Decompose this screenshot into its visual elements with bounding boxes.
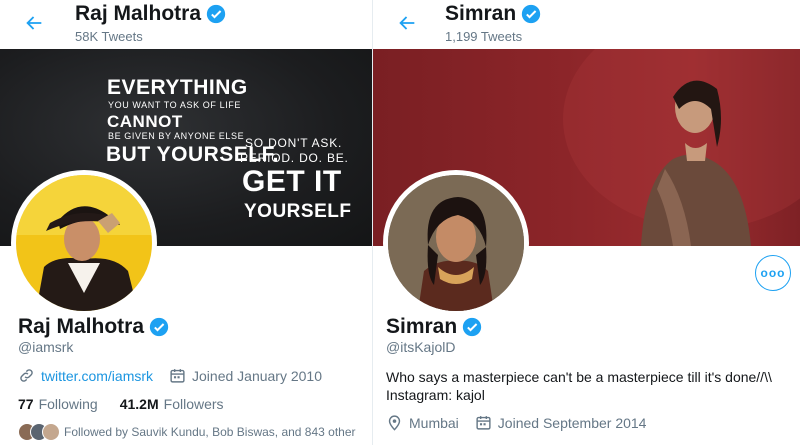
profile-avatar[interactable]: [11, 170, 157, 316]
tweet-count: 1,199 Tweets: [445, 29, 523, 44]
profile-avatar[interactable]: [383, 170, 529, 316]
profile-name: Raj Malhotra: [18, 315, 145, 338]
link-icon: [20, 369, 33, 382]
following-link[interactable]: 77 Following: [18, 396, 98, 412]
header-profile-name: Raj Malhotra: [75, 2, 202, 25]
verified-badge-icon: [206, 4, 226, 24]
website-link[interactable]: twitter.com/iamsrk: [41, 368, 153, 384]
header-title-row: Raj Malhotra: [75, 2, 226, 26]
profile-header-bar: Simran 1,199 Tweets: [373, 0, 800, 49]
followed-by-row[interactable]: Followed by Sauvik Kundu, Bob Biswas, an…: [18, 423, 356, 441]
followers-label: Followers: [163, 396, 224, 412]
more-options-button[interactable]: ooo: [755, 255, 791, 291]
profile-meta-row: Mumbai Joined September 2014: [386, 414, 662, 431]
location-text: Mumbai: [409, 414, 459, 431]
calendar-icon: [476, 416, 491, 430]
follower-avatars: [18, 423, 60, 441]
verified-badge-icon: [522, 4, 541, 24]
joined-item: Joined September 2014: [475, 414, 647, 431]
bio-line: Instagram: kajol: [386, 387, 485, 403]
website-item: twitter.com/iamsrk: [18, 367, 153, 384]
followers-link[interactable]: 41.2M Followers: [120, 396, 224, 412]
banner-quote-line: CANNOT: [107, 112, 183, 131]
back-button[interactable]: [20, 9, 48, 37]
mini-avatar: [42, 423, 60, 441]
profile-meta-row: twitter.com/iamsrk Joined January 2010: [18, 367, 338, 384]
back-arrow-icon: [26, 16, 42, 30]
profile-handle: @iamsrk: [18, 339, 74, 355]
verified-badge-icon: [463, 317, 482, 337]
profile-handle: @itsKajolD: [386, 339, 456, 355]
follow-stats: 77 Following 41.2M Followers: [18, 396, 246, 412]
verified-badge-icon: [149, 317, 169, 337]
banner-quote-line: YOURSELF: [244, 201, 352, 222]
more-options-icon: ooo: [760, 266, 786, 280]
header-title-row: Simran: [445, 2, 541, 26]
header-profile-name: Simran: [445, 2, 517, 25]
joined-date: Joined September 2014: [497, 414, 647, 431]
avatar-photo: [388, 175, 524, 311]
profile-name: Simran: [386, 315, 458, 338]
bio-line: Who says a masterpiece can't be a master…: [386, 369, 772, 385]
following-label: Following: [38, 396, 98, 412]
location-pin-icon: [388, 415, 401, 431]
banner-quote-line: EVERYTHING: [107, 76, 248, 99]
back-arrow-icon: [399, 16, 415, 30]
joined-date: Joined January 2010: [192, 367, 323, 384]
joined-item: Joined January 2010: [169, 367, 322, 384]
right-profile-panel: Simran 1,199 Tweets ooo Simran @itsKajol…: [372, 0, 800, 445]
following-count: 77: [18, 396, 34, 412]
banner-quote-line: PERIOD. DO. BE.: [240, 151, 349, 165]
followers-count: 41.2M: [119, 396, 159, 412]
banner-quote-line: GET IT: [242, 165, 342, 198]
followed-by-text: Followed by Sauvik Kundu, Bob Biswas, an…: [64, 425, 356, 439]
back-button[interactable]: [393, 9, 421, 37]
profile-name-row: Raj Malhotra: [18, 315, 169, 339]
location-item: Mumbai: [386, 414, 459, 431]
calendar-icon: [170, 369, 185, 383]
left-profile-panel: Raj Malhotra 58K Tweets EVERYTHING YOU W…: [0, 0, 372, 445]
profile-bio: Who says a masterpiece can't be a master…: [386, 368, 800, 404]
tweet-count: 58K Tweets: [75, 29, 143, 44]
banner-quote-line: YOU WANT TO ASK OF LIFE: [108, 100, 241, 110]
profile-header-bar: Raj Malhotra 58K Tweets: [0, 0, 372, 49]
avatar-photo: [16, 175, 152, 311]
banner-quote-line: SO DON'T ASK.: [245, 136, 343, 150]
banner-quote-line: BE GIVEN BY ANYONE ELSE: [108, 131, 245, 141]
profile-name-row: Simran: [386, 315, 482, 339]
